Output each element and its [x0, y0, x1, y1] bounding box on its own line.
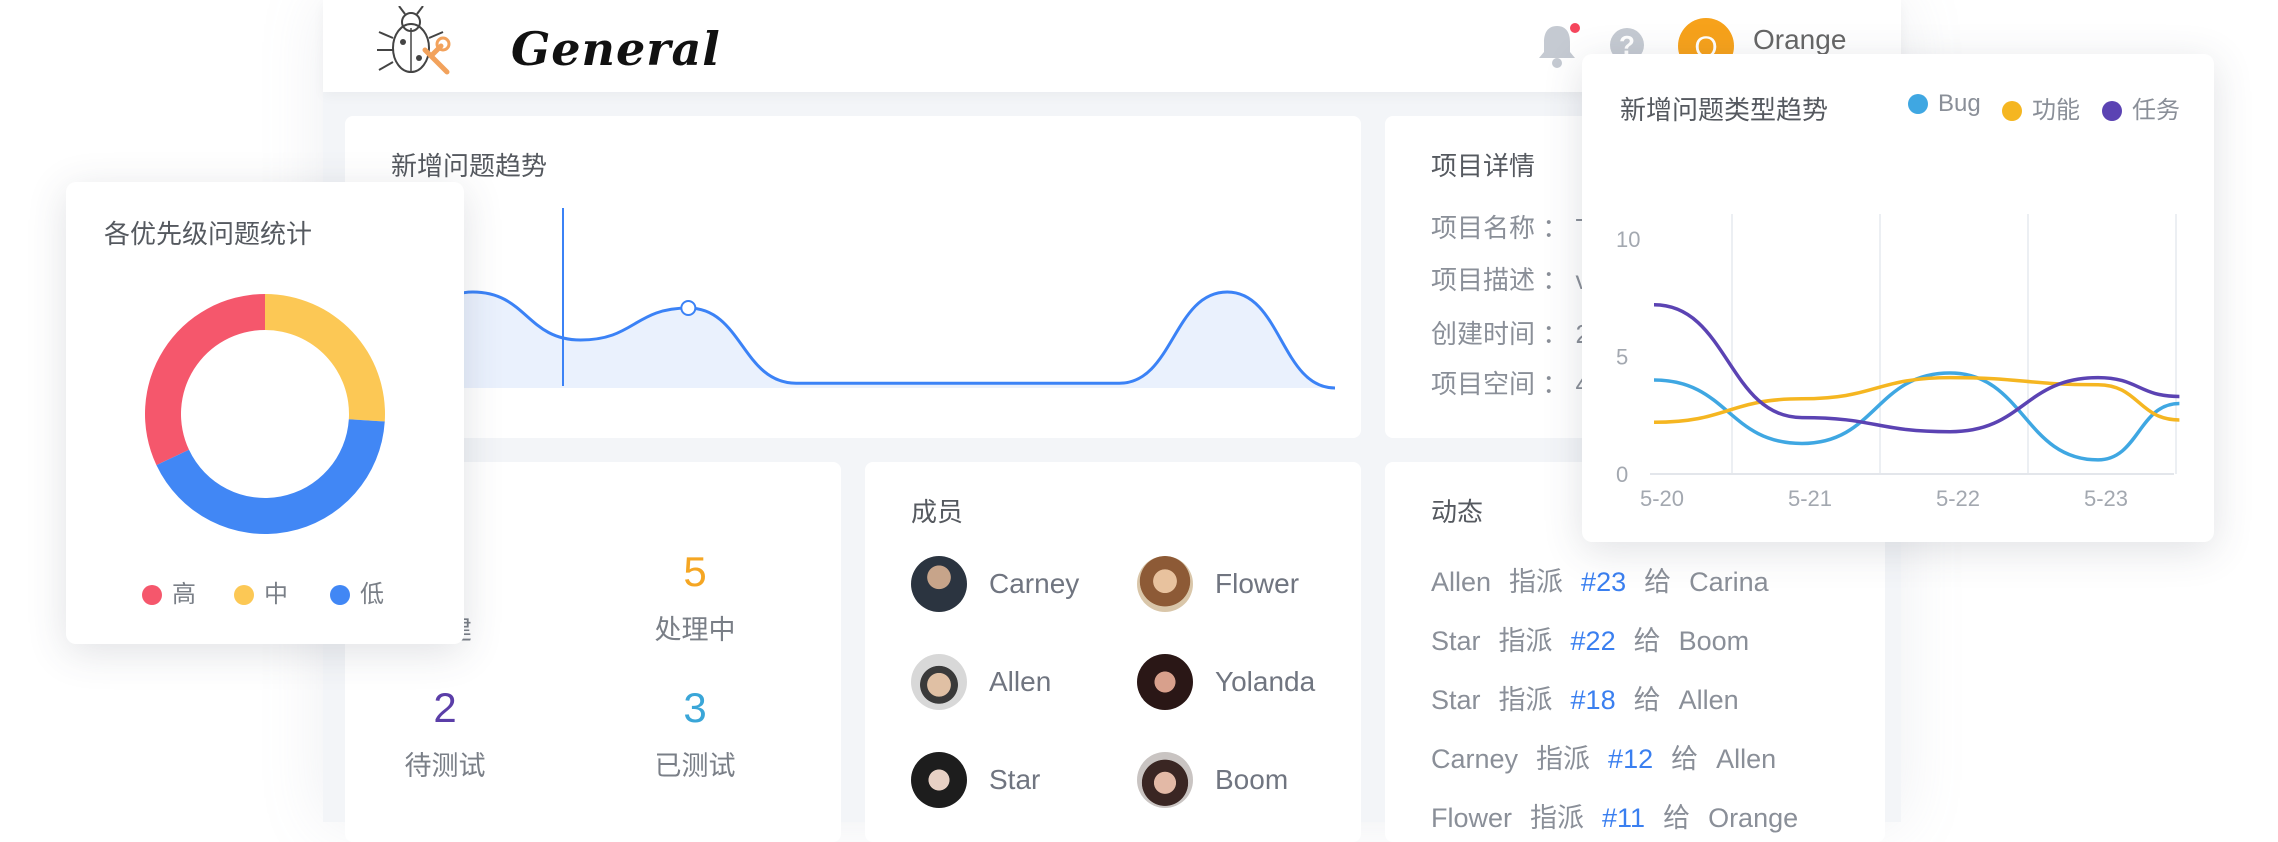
x-tick-label: 5-21	[1788, 486, 1832, 511]
card-title: 项目详情	[1431, 151, 1536, 181]
donut-slice-1[interactable]	[145, 294, 265, 466]
logo[interactable]: General	[373, 5, 720, 86]
user-name[interactable]: Orange	[1753, 24, 1846, 56]
issue-link[interactable]: #11	[1602, 803, 1645, 833]
project-description-row: 项目描述 ： v	[1431, 265, 1588, 295]
stat-to-test-count[interactable]: 2	[345, 684, 545, 732]
y-tick-label: 5	[1616, 345, 1628, 370]
activity-item: Carney 指派 #12 给 Allen	[1431, 744, 1777, 774]
issue-type-trend-card: 新增问题类型趋势 Bug 功能 任务 0 5 10 5-20 5-21 5-22 5-23	[1582, 54, 2214, 542]
y-tick-label: 0	[1616, 462, 1628, 487]
data-point-marker[interactable]	[680, 300, 697, 316]
issue-trend-chart[interactable]	[345, 116, 1361, 438]
issue-link[interactable]: #12	[1608, 744, 1653, 774]
project-space-row: 项目空间 ： 4	[1431, 369, 1590, 399]
x-tick-label: 5-20	[1640, 486, 1684, 511]
avatar	[1137, 752, 1193, 808]
activity-item: Allen 指派 #23 给 Carina	[1431, 567, 1769, 597]
stat-processing-count[interactable]: 5	[595, 548, 795, 596]
avatar	[911, 556, 967, 612]
x-tick-label: 5-22	[1936, 486, 1980, 511]
legend-dot	[142, 585, 162, 605]
donut-slice-3[interactable]	[156, 419, 385, 534]
issue-type-line-chart[interactable]: 0 5 10 5-20 5-21 5-22 5-23	[1582, 54, 2214, 542]
avatar	[911, 752, 967, 808]
avatar	[911, 654, 967, 710]
trend-area	[365, 292, 1335, 388]
legend-item-high[interactable]: 高	[142, 574, 196, 609]
legend-item-medium[interactable]: 中	[234, 574, 288, 609]
notification-dot	[1570, 23, 1580, 33]
logo-text: General	[511, 22, 721, 76]
card-title: 动态	[1431, 497, 1484, 527]
project-name-row: 项目名称 ： T	[1431, 213, 1591, 243]
legend-dot	[330, 585, 350, 605]
stat-to-test-label: 待测试	[404, 751, 486, 781]
stat-processing-label: 处理中	[654, 615, 736, 645]
legend-dot	[234, 585, 254, 605]
avatar	[1137, 654, 1193, 710]
issue-trend-card: 新增问题趋势	[345, 116, 1361, 438]
activity-item: Flower 指派 #11 给 Orange	[1431, 803, 1799, 833]
y-tick-label: 10	[1616, 227, 1640, 252]
priority-stats-card: 各优先级问题统计 高 中 低	[66, 182, 464, 644]
stat-tested-label: 已测试	[654, 751, 736, 781]
issue-link[interactable]: #22	[1571, 626, 1616, 656]
activity-item: Star 指派 #22 给 Boom	[1431, 626, 1750, 656]
legend-item-low[interactable]: 低	[330, 574, 384, 609]
issue-link[interactable]: #18	[1571, 685, 1616, 715]
card-title: 成员	[911, 497, 964, 527]
members-card: 成员 Carney Flower Allen Yolanda Star Boom	[865, 462, 1361, 842]
avatar	[1137, 556, 1193, 612]
issue-link[interactable]: #23	[1581, 567, 1626, 597]
donut-slice-2[interactable]	[265, 294, 385, 422]
stat-tested-count[interactable]: 3	[595, 684, 795, 732]
created-time-row: 创建时间 ： 2	[1431, 319, 1590, 349]
x-tick-label: 5-23	[2084, 486, 2128, 511]
bug-logo-icon	[377, 5, 451, 75]
activity-item: Star 指派 #18 给 Allen	[1431, 685, 1739, 715]
